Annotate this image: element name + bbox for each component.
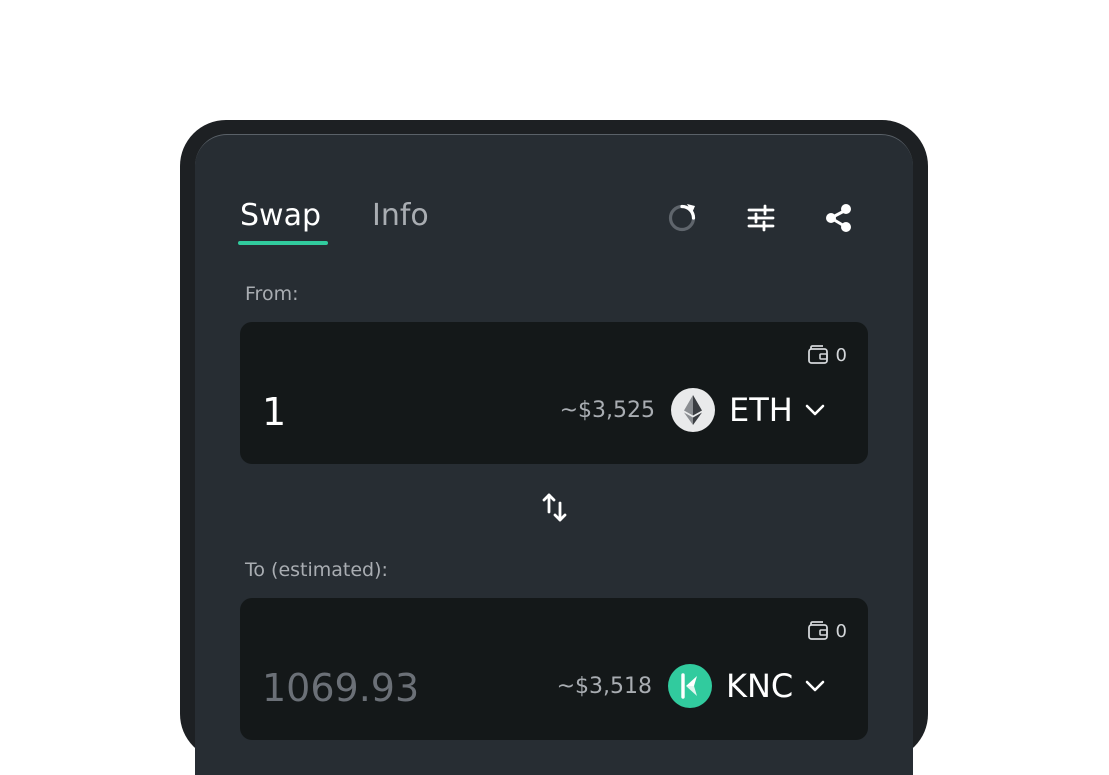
to-label: To (estimated): [245, 559, 388, 581]
wallet-icon [807, 621, 828, 640]
tab-info[interactable]: Info [372, 198, 429, 234]
chevron-down-icon [803, 398, 827, 422]
from-balance: 0 [807, 344, 847, 366]
chevron-down-icon [803, 674, 827, 698]
swap-arrows-icon[interactable] [540, 491, 570, 525]
to-token-box: 0 ~$3,518 KNC [240, 598, 868, 740]
from-amount-input[interactable] [260, 388, 544, 436]
from-token-selector[interactable]: ETH [671, 388, 827, 432]
refresh-icon[interactable] [665, 200, 699, 234]
knc-icon [668, 664, 712, 708]
active-tab-indicator [238, 241, 328, 245]
to-usd-value: ~$3,518 [556, 674, 652, 699]
wallet-icon [807, 345, 828, 364]
from-balance-value: 0 [835, 344, 847, 366]
share-icon[interactable] [822, 200, 856, 234]
to-balance-value: 0 [835, 620, 847, 642]
to-token-selector[interactable]: KNC [668, 664, 827, 708]
from-token-symbol: ETH [729, 391, 793, 429]
tab-swap[interactable]: Swap [240, 198, 321, 234]
to-amount-output[interactable] [260, 664, 544, 712]
to-token-symbol: KNC [726, 667, 794, 705]
from-label: From: [245, 283, 299, 305]
sliders-icon[interactable] [744, 200, 778, 234]
to-balance: 0 [807, 620, 847, 642]
from-usd-value: ~$3,525 [559, 398, 655, 423]
eth-icon [671, 388, 715, 432]
from-token-box: 0 ~$3,525 ETH [240, 322, 868, 464]
